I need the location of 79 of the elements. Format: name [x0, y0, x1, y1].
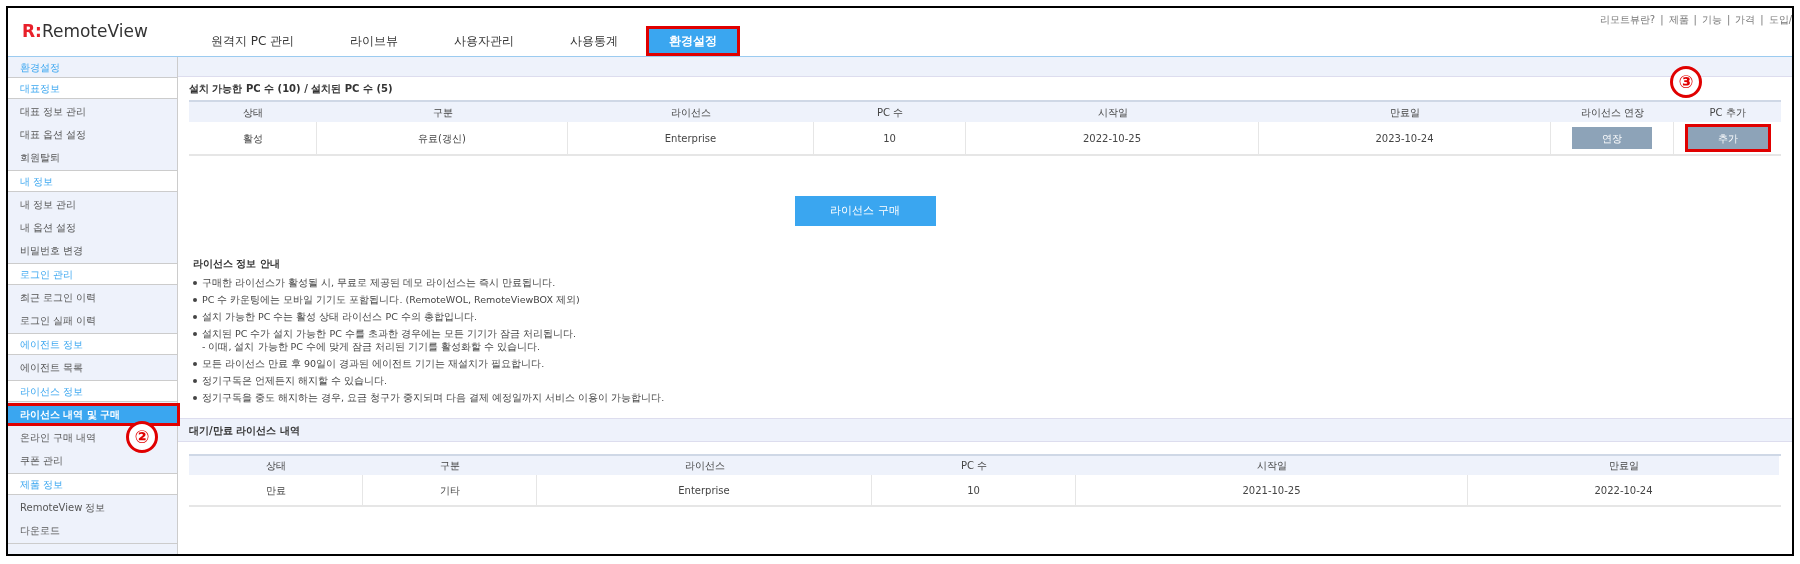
- link-separator: |: [1660, 13, 1664, 27]
- nav-tab[interactable]: 라이브뷰: [325, 29, 424, 53]
- column-header: 구분: [317, 102, 568, 122]
- annotation-number: ③: [1670, 66, 1702, 98]
- top-link[interactable]: 가격: [1735, 12, 1756, 27]
- column-header: 상태: [189, 102, 317, 122]
- top-link[interactable]: 기능: [1701, 12, 1722, 27]
- top-link[interactable]: 제품: [1668, 12, 1689, 27]
- table-cell-text: 2022-10-25: [1082, 131, 1142, 146]
- bullet-icon: [193, 362, 197, 366]
- column-header: PC 수: [814, 102, 966, 122]
- top-link[interactable]: 리모트뷰란?: [1599, 12, 1656, 27]
- column-header: 시작일: [1076, 456, 1468, 475]
- bullet-icon: [193, 315, 197, 319]
- table-cell-text: 2022-10-24: [1594, 483, 1653, 498]
- sidebar-item[interactable]: 회원탈퇴: [20, 150, 60, 165]
- sidebar-item[interactable]: 대표 옵션 설정: [20, 127, 87, 142]
- table-cell-text: 2021-10-25: [1242, 483, 1301, 498]
- column-header: 구분: [363, 456, 537, 475]
- table-cell-text: 2023-10-24: [1375, 131, 1434, 146]
- nav-tab[interactable]: 사용자관리: [429, 29, 540, 53]
- guide-text: 정기구독을 중도 해지하는 경우, 요금 청구가 중지되며 다음 결제 예정일까지 서비스 이용이 가능합니다.: [202, 391, 665, 404]
- table-cell-text: 10: [967, 483, 980, 498]
- guide-text: 구매한 라이선스가 활성될 시, 무료로 제공된 데모 라이선스는 즉시 만료됩니다.: [202, 276, 556, 289]
- sidebar-item[interactable]: 로그인 실패 이력: [20, 313, 97, 328]
- guide-text: 모든 라이선스 만료 후 90일이 경과된 에이전트 기기는 재설치가 필요합니다.: [202, 357, 545, 370]
- sidebar-heading: 에이전트 정보: [8, 334, 177, 355]
- table-cell-text: 만료: [265, 483, 286, 498]
- sidebar-heading: 대표정보: [8, 78, 177, 99]
- bullet-icon: [193, 396, 197, 400]
- bullet-icon: [193, 298, 197, 302]
- sidebar-item[interactable]: 내 정보 관리: [20, 197, 77, 212]
- column-header: 라이선스: [568, 102, 814, 122]
- guide-title: 라이선스 정보 안내: [192, 257, 281, 271]
- sidebar-item[interactable]: 대표 정보 관리: [20, 104, 87, 119]
- annotation-number: ②: [126, 421, 158, 453]
- column-header: PC 수: [872, 456, 1076, 475]
- nav-tab[interactable]: 원격지 PC 관리: [186, 29, 320, 53]
- sidebar-item[interactable]: 쿠폰 관리: [20, 453, 64, 468]
- link-separator: |: [1760, 13, 1764, 27]
- guide-text: 설치 가능한 PC 수는 활성 상태 라이선스 PC 수의 총합입니다.: [202, 310, 477, 323]
- bullet-icon: [193, 281, 197, 285]
- top-link[interactable]: 도입/: [1768, 12, 1792, 27]
- nav-tab[interactable]: 사용통계: [545, 29, 644, 53]
- link-separator: |: [1726, 13, 1731, 27]
- section-title: 대기/만료 라이선스 내역: [189, 423, 300, 438]
- table-cell-text: Enterprise: [678, 483, 730, 498]
- sidebar-heading: 제품 정보: [8, 474, 177, 495]
- guide-text: PC 수 카운팅에는 모바일 기기도 포함됩니다. (RemoteWOL, RemoteViewBOX 제외): [202, 293, 580, 306]
- sidebar-heading: 라이선스 정보: [8, 381, 177, 402]
- sidebar-heading: 로그인 관리: [8, 264, 177, 285]
- table-cell-text: 기타: [439, 483, 460, 498]
- sidebar-heading: 내 정보: [8, 171, 177, 192]
- table-cell-text: 유료(갱신): [418, 131, 466, 146]
- sidebar-item[interactable]: 비밀번호 변경: [20, 243, 84, 258]
- sidebar-item[interactable]: RemoteView 정보: [20, 500, 106, 515]
- column-header: 라이선스 연장: [1551, 102, 1674, 122]
- guide-text: 설치된 PC 수가 설치 가능한 PC 수를 초과한 경우에는 모든 기기가 잠금 처리됩니다.: [202, 327, 576, 340]
- bullet-icon: [193, 379, 197, 383]
- table-cell-text: 10: [883, 131, 896, 146]
- sidebar-item[interactable]: 에이전트 목록: [20, 360, 84, 375]
- section-title: 설치 가능한 PC 수 (10) / 설치된 PC 수 (5): [189, 82, 393, 96]
- column-header: PC 추가: [1674, 102, 1781, 122]
- guide-text: 정기구독은 언제든지 해지할 수 있습니다.: [202, 374, 388, 387]
- sidebar-item[interactable]: 온라인 구매 내역: [20, 430, 97, 445]
- link-separator: |: [1693, 13, 1697, 27]
- column-header: 라이선스: [537, 456, 872, 475]
- sidebar-item[interactable]: 다운로드: [20, 523, 60, 538]
- bullet-icon: [193, 332, 197, 336]
- column-header: 상태: [189, 456, 363, 475]
- column-header: 만료일: [1468, 456, 1779, 475]
- table-cell-text: 활성: [242, 131, 263, 146]
- sidebar-item[interactable]: 내 옵션 설정: [20, 220, 77, 235]
- sidebar-item[interactable]: 최근 로그인 이력: [20, 290, 97, 305]
- table-cell-text: Enterprise: [664, 131, 717, 146]
- logo[interactable]: R:RemoteView: [8, 18, 183, 56]
- column-header: 만료일: [1259, 102, 1551, 122]
- column-header: 시작일: [966, 102, 1259, 122]
- guide-note: - 이때, 설치 가능한 PC 수에 맞게 잠금 처리된 기기를 활성화할 수 있습니다.: [202, 340, 542, 353]
